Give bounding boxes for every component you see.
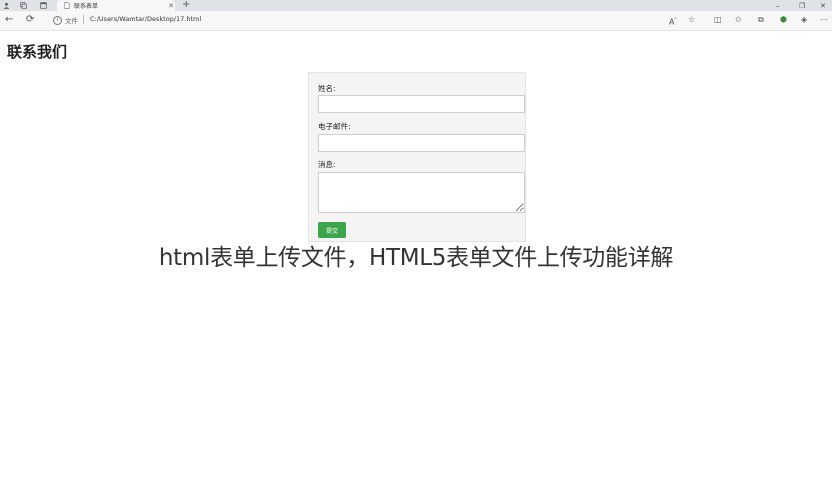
name-input[interactable] [318, 95, 525, 113]
file-scheme-label: 文件 [65, 17, 78, 25]
address-toolbar: ← ⟳ i 文件 C:/Users/Wamtar/Desktop/17.html… [0, 11, 832, 31]
url-field[interactable]: C:/Users/Wamtar/Desktop/17.html [90, 15, 201, 23]
address-separator [83, 15, 84, 24]
back-icon[interactable]: ← [5, 14, 13, 26]
workspaces-icon[interactable] [18, 0, 28, 11]
tab-title: 联系表单 [74, 3, 99, 10]
page-title: 联系我们 [7, 43, 68, 61]
close-window-icon[interactable]: ✕ [820, 0, 826, 11]
overlay-caption: html表单上传文件，HTML5表单文件上传功能详解 [158, 245, 674, 271]
contact-form: 姓名: 电子邮件: 消息: 提交 [308, 72, 526, 242]
browser-tab-strip: 联系表单 ✕ + – ❐ ✕ [0, 0, 832, 11]
favorites-icon[interactable]: ✩ [735, 14, 742, 26]
split-screen-icon[interactable]: ◫ [714, 14, 722, 26]
more-menu-icon[interactable]: ⋯ [820, 14, 828, 26]
new-tab-icon[interactable]: + [182, 0, 190, 10]
submit-button[interactable]: 提交 [318, 222, 346, 238]
restore-icon[interactable]: ❐ [799, 0, 805, 11]
refresh-icon[interactable]: ⟳ [26, 14, 34, 26]
email-label: 电子邮件: [318, 122, 351, 131]
minimize-icon[interactable]: – [776, 0, 780, 11]
message-textarea[interactable] [318, 172, 525, 213]
copilot-icon[interactable]: ◈ [801, 14, 807, 26]
info-icon[interactable]: i [53, 16, 62, 25]
read-aloud-icon[interactable]: Aʰ [669, 14, 677, 29]
profile-icon[interactable] [1, 0, 11, 11]
collections-icon[interactable]: ⧉ [758, 14, 764, 26]
extension-icon[interactable]: ⬢ [780, 14, 787, 26]
close-tab-icon[interactable]: ✕ [167, 2, 175, 10]
favorite-star-icon[interactable]: ☆ [688, 14, 695, 26]
email-input[interactable] [318, 134, 525, 152]
tab-actions-icon[interactable] [38, 0, 48, 11]
message-label: 消息: [318, 160, 336, 169]
name-label: 姓名: [318, 84, 336, 93]
page-icon [63, 2, 70, 9]
tab-contact-form[interactable]: 联系表单 ✕ [57, 0, 175, 11]
